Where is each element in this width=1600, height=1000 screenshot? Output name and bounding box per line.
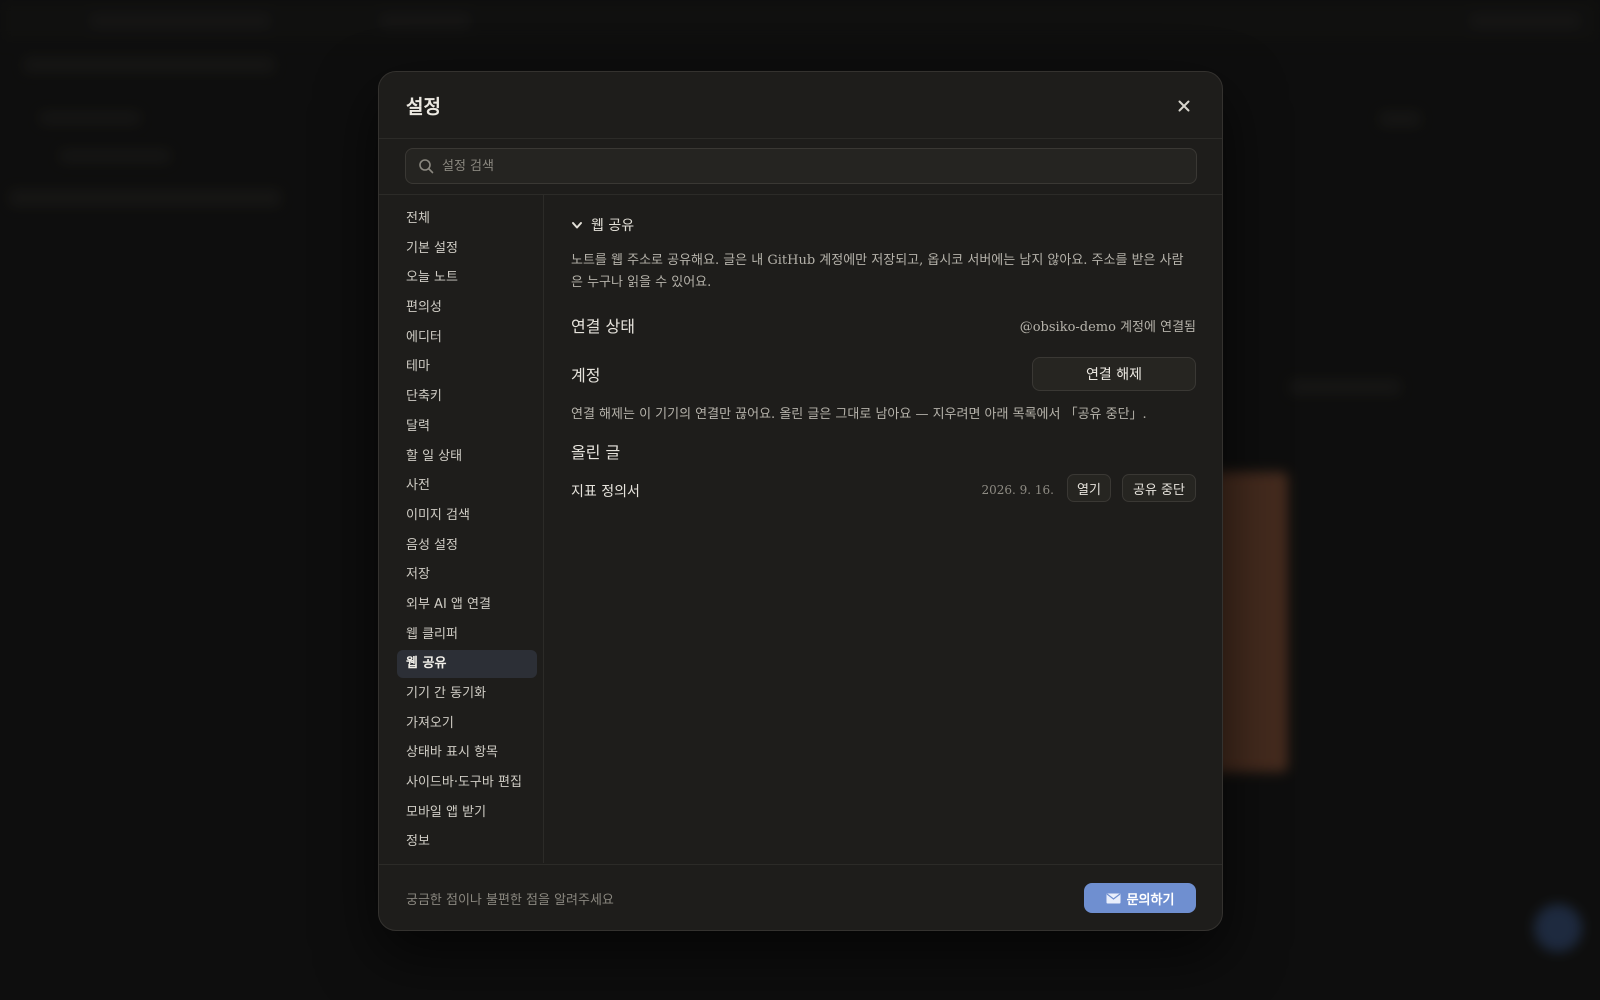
- sidebar-item[interactable]: 기본 설정: [397, 235, 537, 263]
- section-description: 노트를 웹 주소로 공유해요. 글은 내 GitHub 계정에만 저장되고, 옵…: [571, 253, 1184, 290]
- sidebar-item[interactable]: 외부 AI 앱 연결: [397, 591, 537, 619]
- modal-header: 설정: [379, 72, 1222, 139]
- search-box[interactable]: [405, 148, 1197, 184]
- connection-status-value: @obsiko-demo 계정에 연결됨: [1019, 320, 1196, 335]
- contact-button[interactable]: 문의하기: [1084, 883, 1196, 913]
- chevron-down-icon: [572, 222, 582, 229]
- disconnect-note: 연결 해제는 이 기기의 연결만 끊어요. 올린 글은 그대로 남아요 — 지우…: [571, 407, 1147, 422]
- account-label: 계정: [571, 366, 601, 385]
- settings-nav-list: 전체 기본 설정 오늘 노트 편의성 에디터 테마 단축키 달력 할 일 상태 사전 이미지 검색 음…: [397, 205, 537, 858]
- search-icon: [419, 159, 434, 174]
- sidebar-item[interactable]: 사이드바·도구바 편집: [397, 769, 537, 797]
- section-header[interactable]: 웹 공유: [571, 215, 634, 235]
- sidebar-item[interactable]: 할 일 상태: [397, 443, 537, 471]
- sidebar-item[interactable]: 웹 클리퍼: [397, 621, 537, 649]
- sidebar-item[interactable]: 오늘 노트: [397, 264, 537, 292]
- search-bar: [379, 139, 1222, 195]
- mail-icon: [1106, 893, 1121, 903]
- modal-footer: 궁금한 점이나 불편한 점을 알려주세요 문의하기: [379, 864, 1222, 930]
- connection-status-label: 연결 상태: [571, 317, 635, 336]
- settings-modal: 설정 전체기본 설정오늘 노트편의성에디터테마단축키달력할 일 상태사전이미지 …: [378, 71, 1223, 931]
- sidebar-item[interactable]: 가져오기: [397, 710, 537, 738]
- close-icon: [1178, 100, 1190, 112]
- open-post-button[interactable]: 열기: [1067, 474, 1111, 502]
- sidebar-item[interactable]: 저장: [397, 561, 537, 589]
- sidebar-item[interactable]: 에디터: [397, 324, 537, 352]
- settings-content: 웹 공유 노트를 웹 주소로 공유해요. 글은 내 GitHub 계정에만 저장…: [544, 195, 1222, 863]
- sidebar-item[interactable]: 달력: [397, 413, 537, 441]
- sidebar-item[interactable]: 웹 공유: [397, 650, 537, 679]
- stop-sharing-button[interactable]: 공유 중단: [1122, 474, 1196, 502]
- sidebar-item[interactable]: 단축키: [397, 383, 537, 411]
- sidebar-item[interactable]: 편의성: [397, 294, 537, 322]
- disconnect-button[interactable]: 연결 해제: [1032, 357, 1196, 391]
- sidebar-item[interactable]: 사전: [397, 472, 537, 500]
- sidebar-item[interactable]: 기기 간 동기화: [397, 680, 537, 708]
- modal-title: 설정: [406, 96, 441, 118]
- contact-button-label: 문의하기: [1126, 892, 1175, 908]
- post-title: 지표 정의서: [571, 484, 640, 500]
- feedback-prompt: 궁금한 점이나 불편한 점을 알려주세요: [406, 893, 614, 908]
- settings-sidebar: 전체 기본 설정 오늘 노트 편의성 에디터 테마 단축키 달력 할 일 상태 사전 이미지 검색 음…: [379, 195, 544, 863]
- section-title: 웹 공유: [591, 218, 635, 234]
- posts-heading: 올린 글: [571, 443, 621, 462]
- sidebar-item[interactable]: 이미지 검색: [397, 502, 537, 530]
- sidebar-item[interactable]: 음성 설정: [397, 532, 537, 560]
- post-date: 2026. 9. 16.: [981, 483, 1054, 497]
- close-button[interactable]: [1174, 96, 1194, 116]
- sidebar-item[interactable]: 상태바 표시 항목: [397, 739, 537, 767]
- sidebar-item[interactable]: 모바일 앱 받기: [397, 799, 537, 827]
- search-input[interactable]: [442, 149, 1182, 183]
- sidebar-item[interactable]: 테마: [397, 353, 537, 381]
- sidebar-item[interactable]: 정보: [397, 828, 537, 856]
- sidebar-item[interactable]: 전체: [397, 205, 537, 233]
